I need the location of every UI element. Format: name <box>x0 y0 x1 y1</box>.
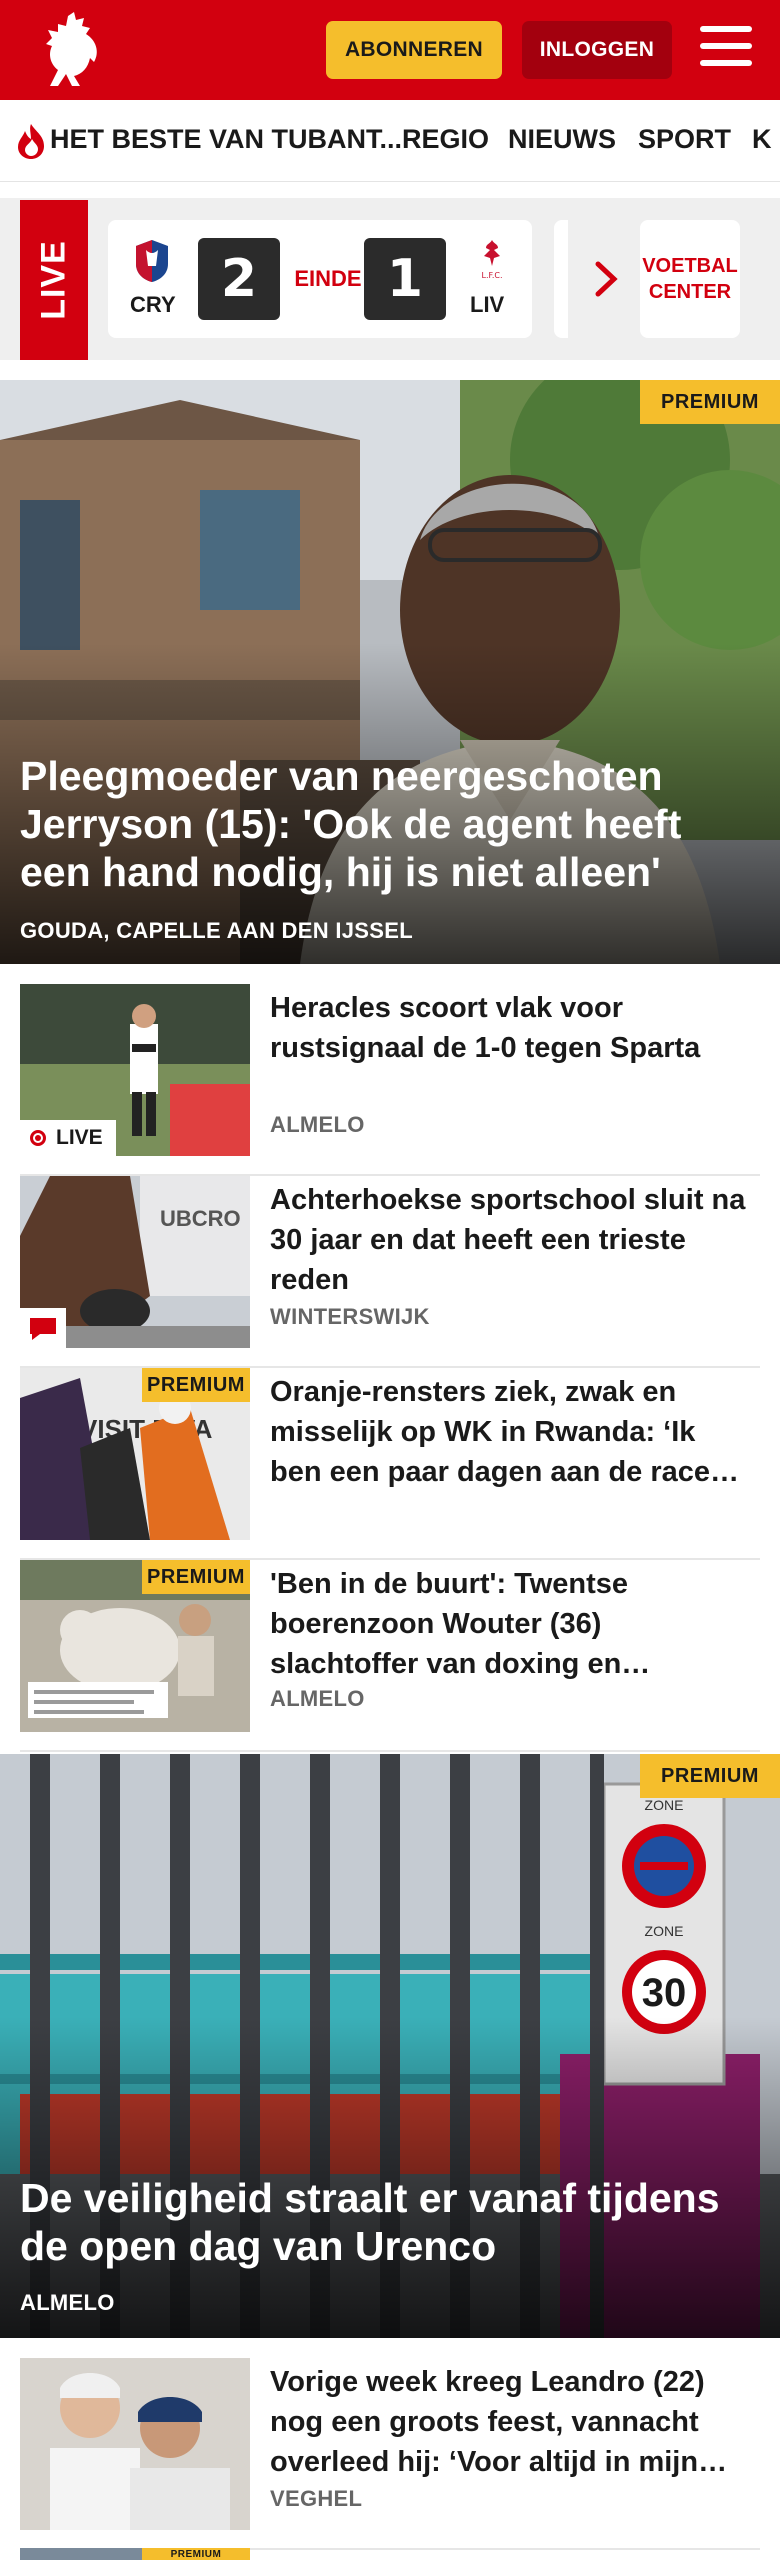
premium-badge: PREMIUM <box>640 1754 780 1798</box>
hero-location: GOUDA, CAPELLE AAN DEN IJSSEL <box>20 918 413 943</box>
article-thumbnail: PREMIUM <box>20 1560 250 1732</box>
article-title[interactable]: 'Ben in de buurt': Twentse boerenzoon Wo… <box>270 1564 750 1684</box>
tubantia-horse-logo-icon[interactable] <box>38 10 108 90</box>
top-header: ABONNEREN INLOGGEN <box>0 0 780 100</box>
list-item[interactable]: PREMIUM 'Ben in de buurt': Twentse boere… <box>20 1560 760 1752</box>
match-status: EINDE <box>294 266 362 291</box>
chevron-right-icon[interactable] <box>592 260 622 298</box>
nav-item-regio[interactable]: REGIO <box>402 124 489 155</box>
voetbal-center-button[interactable]: VOETBAL CENTER <box>640 220 740 338</box>
article-title[interactable]: Vorige week kreeg Leandro (22) nog een g… <box>270 2362 750 2482</box>
match-card[interactable]: CRY 2 EINDE 1 L.F.C. LIV <box>108 220 532 338</box>
article-thumbnail: VISIT RWA PREMIUM <box>20 1368 250 1540</box>
hero-article[interactable]: ZONE ZONE 30 PREMIUM De veiligheid straa… <box>0 1754 780 2338</box>
nav-item-nieuws[interactable]: NIEUWS <box>508 124 616 155</box>
crystal-palace-crest-icon <box>136 240 168 282</box>
away-team-code: LIV <box>470 292 505 317</box>
article-thumbnail: UBCRO <box>20 1176 250 1348</box>
nav-item-sport[interactable]: SPORT <box>638 124 731 155</box>
live-badge: LIVE <box>20 1120 116 1156</box>
premium-badge: PREMIUM <box>142 1560 250 1594</box>
home-team-code: CRY <box>130 292 176 317</box>
list-item[interactable]: PREMIUM <box>20 2548 760 2560</box>
hero-article[interactable]: PREMIUM Pleegmoeder van neergeschoten Je… <box>0 380 780 964</box>
comment-icon <box>20 1308 66 1348</box>
hero-title[interactable]: Pleegmoeder van neergeschoten Jerryson (… <box>20 752 760 896</box>
subscribe-button[interactable]: ABONNEREN <box>326 21 502 79</box>
sign-zone-top-text: ZONE <box>645 1797 684 1813</box>
nav-item-more[interactable]: K <box>752 124 772 155</box>
list-item[interactable]: UBCRO Achterhoekse sportschool sluit na … <box>20 1176 760 1368</box>
article-title[interactable]: Achterhoekse sportschool sluit na 30 jaa… <box>270 1180 750 1300</box>
login-button[interactable]: INLOGGEN <box>522 21 672 79</box>
list-item[interactable]: Vorige week kreeg Leandro (22) nog een g… <box>20 2358 760 2550</box>
live-dot-icon <box>30 1130 46 1146</box>
liverpool-crest-icon: L.F.C. <box>482 240 503 280</box>
next-match-card[interactable] <box>554 220 568 338</box>
sign-zone-mid-text: ZONE <box>645 1923 684 1939</box>
article-location: VEGHEL <box>270 2486 363 2511</box>
away-crest-text: L.F.C. <box>482 271 503 280</box>
home-score: 2 <box>198 238 280 320</box>
hamburger-menu-icon[interactable] <box>700 26 752 72</box>
article-thumbnail <box>20 2358 250 2530</box>
premium-badge: PREMIUM <box>142 1368 250 1402</box>
nav-item-het-beste[interactable]: HET BESTE VAN TUBANT... <box>50 124 402 155</box>
away-score: 1 <box>364 238 446 320</box>
section-nav: HET BESTE VAN TUBANT... REGIO NIEUWS SPO… <box>0 100 780 182</box>
hero-title[interactable]: De veiligheid straalt er vanaf tijdens d… <box>20 2174 760 2270</box>
premium-badge: PREMIUM <box>640 380 780 424</box>
gym-sign-text: UBCRO <box>160 1206 241 1231</box>
sign-speed-text: 30 <box>642 1971 687 2015</box>
article-title[interactable]: Oranje-rensters ziek, zwak en misselijk … <box>270 1372 750 1492</box>
list-item[interactable]: LIVE Heracles scoort vlak voor rustsigna… <box>20 984 760 1176</box>
flame-icon <box>18 124 44 159</box>
live-label: LIVE <box>20 200 88 360</box>
list-item[interactable]: VISIT RWA PREMIUM Oranje-rensters ziek, … <box>20 1368 760 1560</box>
live-scores-bar: LIVE CRY 2 EINDE 1 L.F.C. LIV VOETBAL CEN… <box>0 198 780 360</box>
article-location: WINTERSWIJK <box>270 1304 430 1329</box>
hero-location: ALMELO <box>20 2290 115 2315</box>
article-location: ALMELO <box>270 1686 365 1711</box>
premium-badge: PREMIUM <box>142 2548 250 2560</box>
article-location: ALMELO <box>270 1112 365 1137</box>
article-thumbnail: PREMIUM <box>20 2548 250 2560</box>
article-thumbnail: LIVE <box>20 984 250 1156</box>
article-title[interactable]: Heracles scoort vlak voor rustsignaal de… <box>270 988 750 1068</box>
